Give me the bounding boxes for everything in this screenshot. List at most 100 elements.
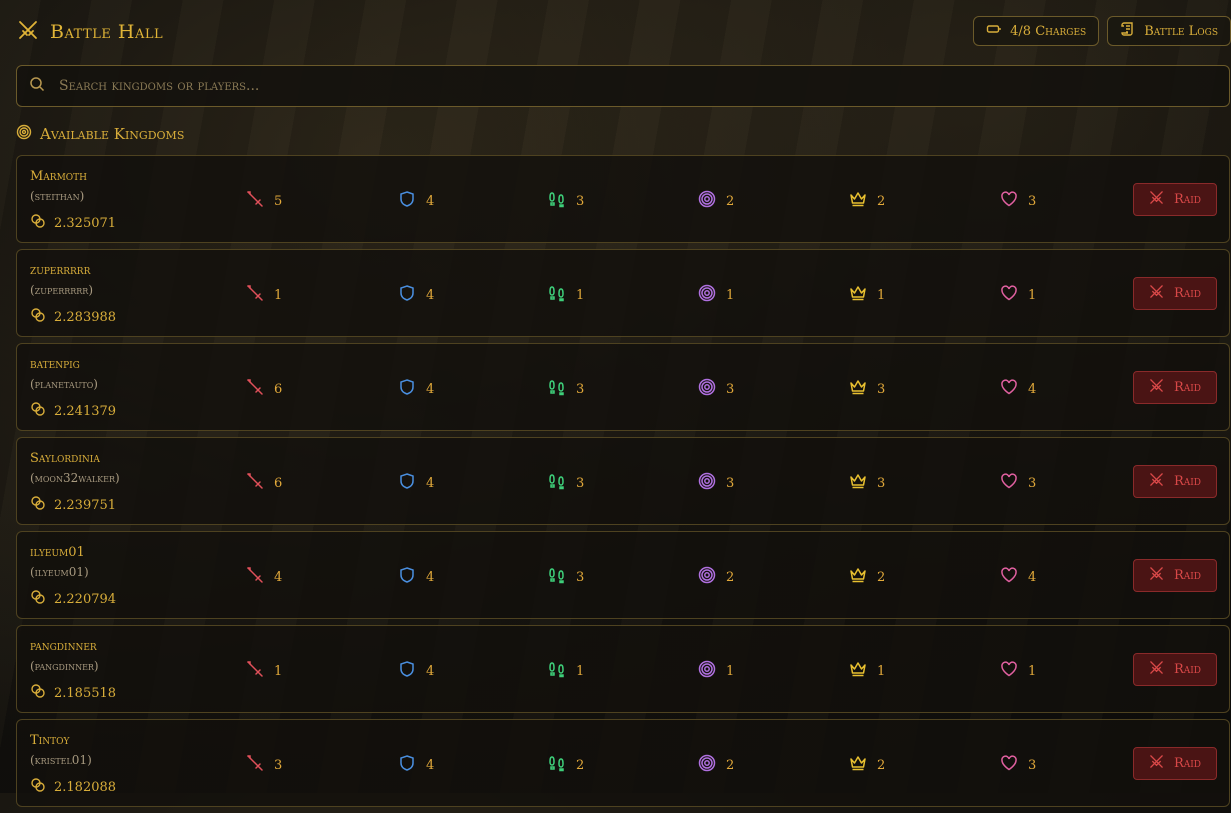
accuracy-value: 2 <box>726 757 735 773</box>
defense-value: 4 <box>426 663 435 679</box>
shield-icon <box>398 378 416 400</box>
accuracy-value: 1 <box>726 287 735 303</box>
defense-stat: 4 <box>398 754 434 776</box>
health-value: 4 <box>1028 381 1037 397</box>
heart-icon <box>1000 754 1018 776</box>
raid-button[interactable]: Raid <box>1133 183 1217 216</box>
defense-value: 4 <box>426 757 435 773</box>
footprints-icon <box>548 566 566 588</box>
coins-icon <box>30 495 46 515</box>
crossed-swords-icon <box>1149 472 1164 491</box>
attack-stat: 6 <box>246 472 282 494</box>
gold-value: 2.220794 <box>54 591 117 607</box>
battle-logs-label: Battle Logs <box>1144 23 1218 39</box>
health-stat: 4 <box>1000 566 1036 588</box>
accuracy-stat: 2 <box>698 190 734 212</box>
raid-button[interactable]: Raid <box>1133 371 1217 404</box>
speed-value: 3 <box>576 569 585 585</box>
leadership-value: 1 <box>877 663 886 679</box>
target-icon <box>698 190 716 212</box>
raid-label: Raid <box>1173 568 1202 583</box>
coins-icon <box>30 307 46 327</box>
crown-icon <box>849 190 867 212</box>
health-value: 4 <box>1028 569 1037 585</box>
raid-button[interactable]: Raid <box>1133 277 1217 310</box>
speed-value: 3 <box>576 381 585 397</box>
raid-label: Raid <box>1173 662 1202 677</box>
health-value: 3 <box>1028 475 1037 491</box>
target-icon <box>698 378 716 400</box>
kingdom-name: zuperrrrr <box>30 263 91 278</box>
leadership-stat: 2 <box>849 754 885 776</box>
leadership-stat: 1 <box>849 284 885 306</box>
shield-icon <box>398 284 416 306</box>
player-name: (ilyeum01) <box>30 565 89 579</box>
speed-value: 3 <box>576 193 585 209</box>
footprints-icon <box>548 660 566 682</box>
heart-icon <box>1000 566 1018 588</box>
crossed-swords-icon <box>1149 566 1164 585</box>
kingdom-row: Marmoth (steithan) 2.325071 5 4 3 2 2 3 … <box>16 155 1230 243</box>
gold-amount: 2.325071 <box>30 213 116 233</box>
gold-value: 2.185518 <box>54 685 117 701</box>
footprints-icon <box>548 754 566 776</box>
health-stat: 1 <box>1000 660 1036 682</box>
attack-value: 3 <box>274 757 283 773</box>
raid-button[interactable]: Raid <box>1133 747 1217 780</box>
leadership-value: 2 <box>877 757 886 773</box>
player-name: (steithan) <box>30 189 85 203</box>
shield-icon <box>398 660 416 682</box>
accuracy-value: 2 <box>726 569 735 585</box>
kingdom-row: batenpig (planetauto) 2.241379 6 4 3 3 3 <box>16 343 1230 431</box>
crossed-swords-icon <box>1149 378 1164 397</box>
player-name: (planetauto) <box>30 377 98 391</box>
crossed-swords-icon <box>16 18 40 47</box>
gold-amount: 2.239751 <box>30 495 116 515</box>
target-icon <box>698 284 716 306</box>
attack-stat: 6 <box>246 378 282 400</box>
battle-logs-button[interactable]: Battle Logs <box>1107 16 1231 46</box>
accuracy-stat: 2 <box>698 754 734 776</box>
health-stat: 3 <box>1000 754 1036 776</box>
crossed-swords-icon <box>1149 190 1164 209</box>
heart-icon <box>1000 190 1018 212</box>
speed-value: 2 <box>576 757 585 773</box>
defense-value: 4 <box>426 193 435 209</box>
coins-icon <box>30 213 46 233</box>
accuracy-value: 1 <box>726 663 735 679</box>
raid-button[interactable]: Raid <box>1133 653 1217 686</box>
section-title: Available Kingdoms <box>40 125 185 143</box>
attack-value: 6 <box>274 475 283 491</box>
crossed-swords-icon <box>1149 284 1164 303</box>
crown-icon <box>849 754 867 776</box>
accuracy-stat: 1 <box>698 284 734 306</box>
leadership-value: 3 <box>877 381 886 397</box>
accuracy-stat: 1 <box>698 660 734 682</box>
raid-label: Raid <box>1173 192 1202 207</box>
search-input[interactable] <box>57 77 1229 95</box>
coins-icon <box>30 589 46 609</box>
speed-stat: 1 <box>548 284 584 306</box>
header-actions: 4/8 Charges Battle Logs <box>973 16 1231 46</box>
crown-icon <box>849 566 867 588</box>
target-icon <box>698 754 716 776</box>
raid-button[interactable]: Raid <box>1133 465 1217 498</box>
attack-value: 4 <box>274 569 283 585</box>
leadership-stat: 1 <box>849 660 885 682</box>
leadership-value: 2 <box>877 193 886 209</box>
coins-icon <box>30 777 46 797</box>
player-name: (zuperrrrr) <box>30 283 94 297</box>
accuracy-stat: 3 <box>698 378 734 400</box>
speed-stat: 3 <box>548 190 584 212</box>
kingdom-row: Tintoy (kristel01) 2.182088 3 4 2 2 2 3 … <box>16 719 1230 807</box>
player-name: (pangdinner) <box>30 659 99 673</box>
raid-button[interactable]: Raid <box>1133 559 1217 592</box>
speed-value: 3 <box>576 475 585 491</box>
speed-stat: 3 <box>548 378 584 400</box>
crossed-swords-icon <box>1149 660 1164 679</box>
accuracy-stat: 3 <box>698 472 734 494</box>
scroll-icon <box>1120 21 1136 41</box>
leadership-value: 2 <box>877 569 886 585</box>
kingdom-row: pangdinner (pangdinner) 2.185518 1 4 1 1… <box>16 625 1230 713</box>
charges-button[interactable]: 4/8 Charges <box>973 16 1100 46</box>
